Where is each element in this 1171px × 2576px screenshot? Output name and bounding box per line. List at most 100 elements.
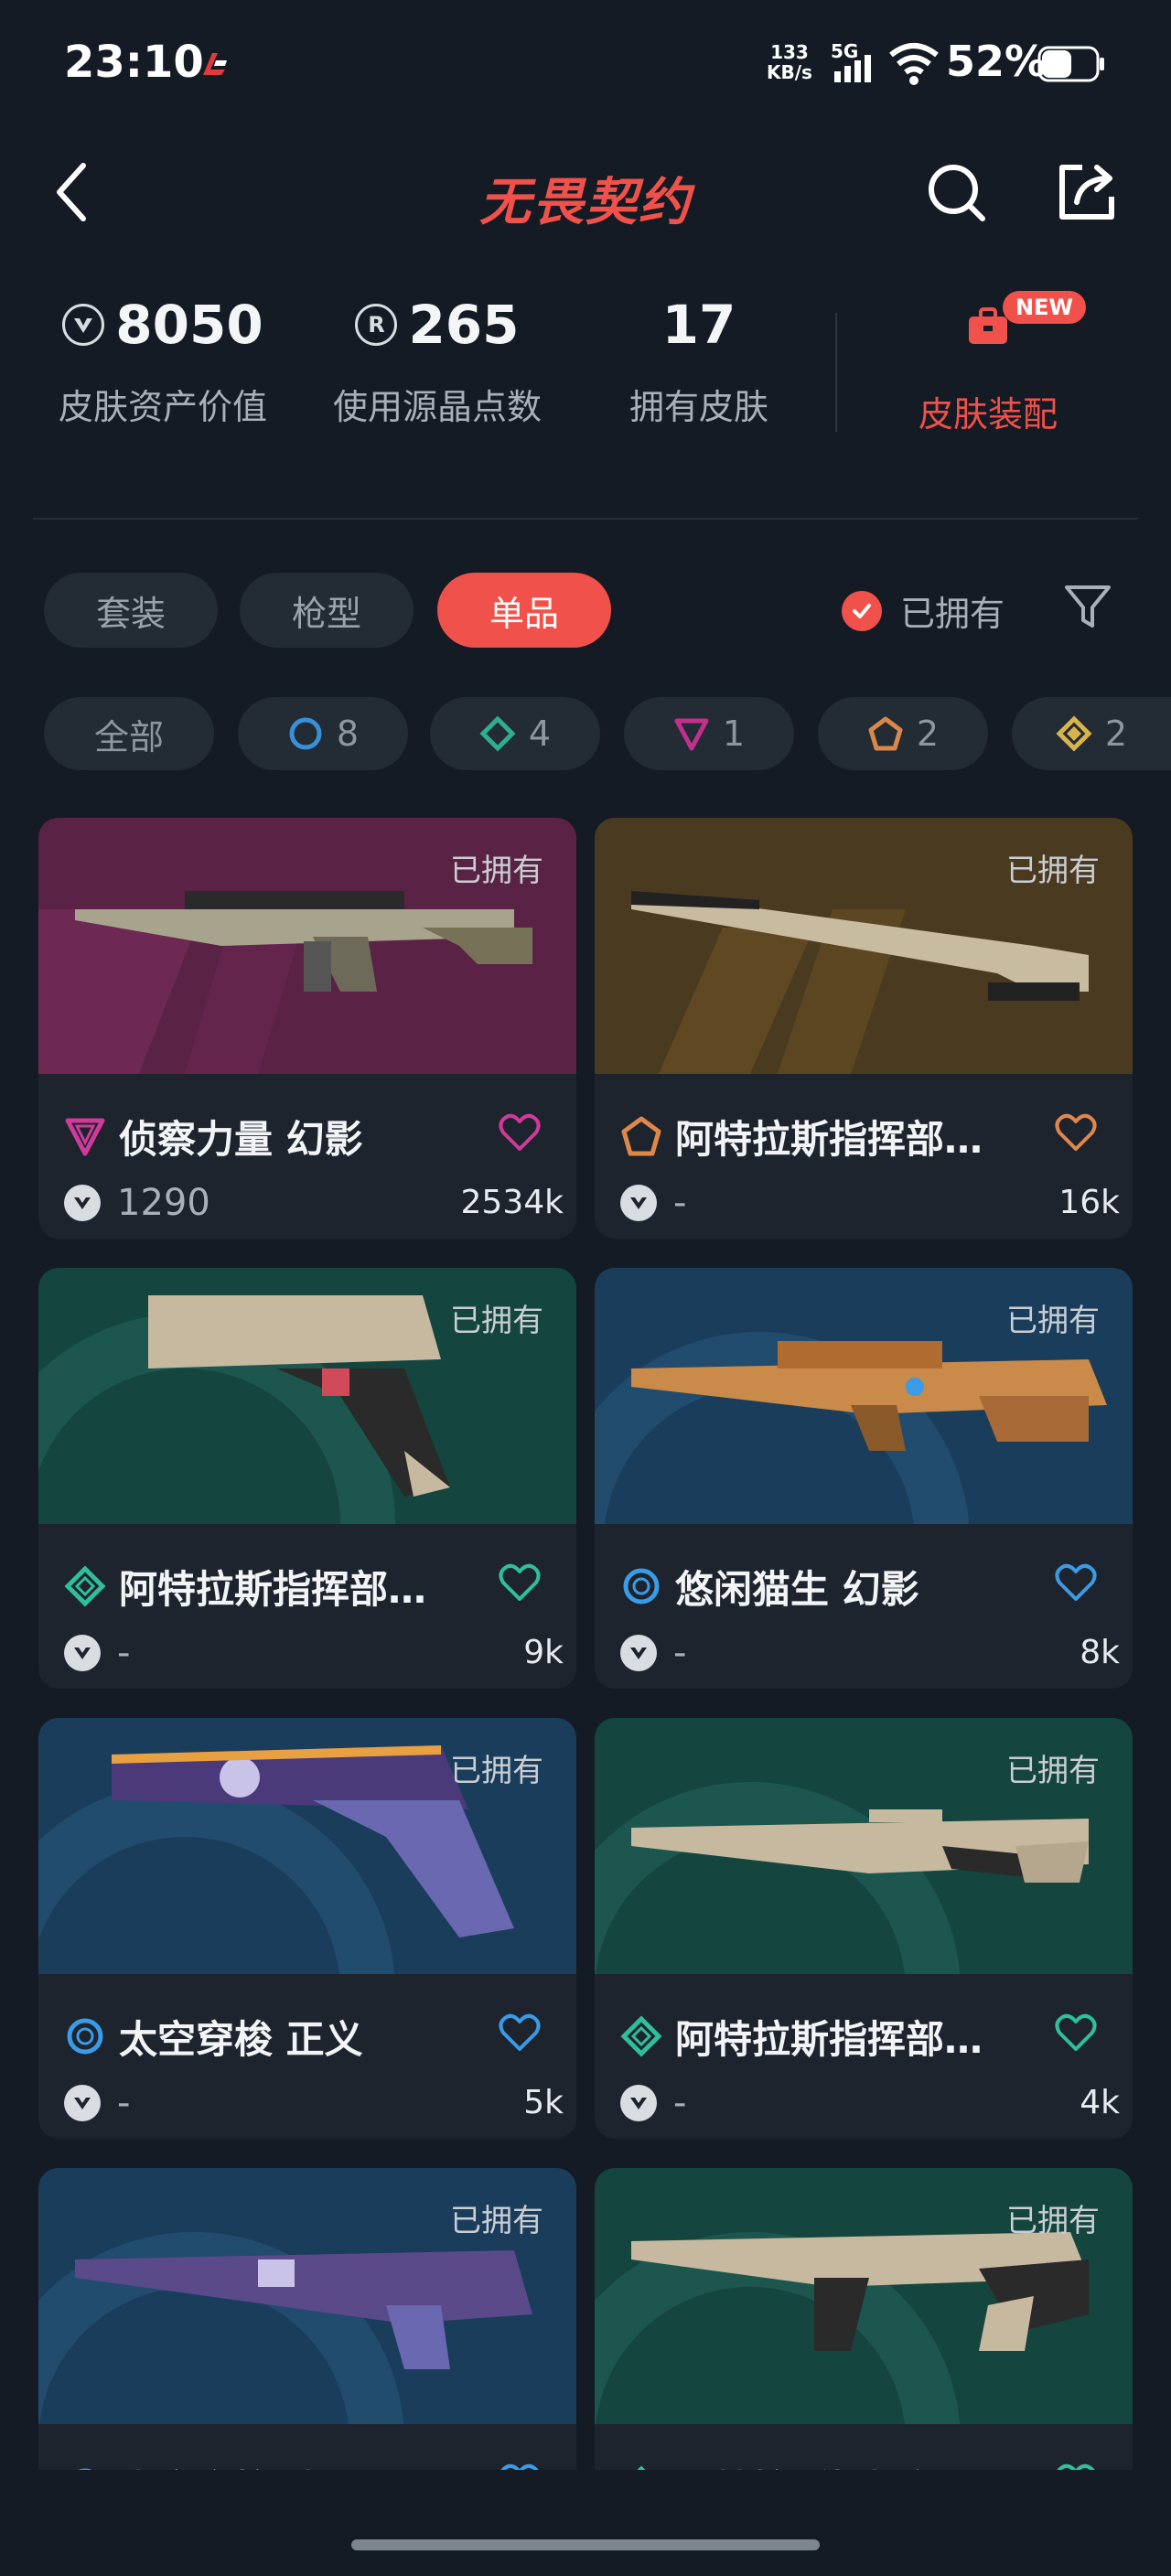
valorant-points-icon [64,1635,101,1671]
rarity-filter-ultra[interactable]: 2 [1012,697,1171,770]
new-badge: NEW [1003,291,1086,324]
skin-name: 太空穿梭 正义 [119,2016,363,2062]
stats-divider [835,313,837,432]
heart-icon[interactable] [498,1561,542,1605]
owned-tag: 已拥有 [450,1753,543,1789]
rarity-filter-count: 2 [916,714,940,754]
share-icon [1059,165,1114,220]
skin-name: 阿特拉斯指挥部… [675,1116,983,1162]
status-bar: 23:10 133 KB/s 5G 52% [0,0,1171,128]
battery-icon [1037,46,1104,82]
tab-bundles[interactable]: 套装 [44,573,218,648]
tab-weapon-type[interactable]: 枪型 [240,573,414,648]
owned-skins-count: 17 [661,294,736,356]
search-button[interactable] [919,156,993,229]
skin-price: - [673,2082,687,2124]
rarity-filter-select[interactable]: 8 [238,697,408,770]
owned-tag: 已拥有 [1006,2203,1100,2239]
like-count: 2534k [460,1184,564,1221]
owned-filter-toggle[interactable]: 已拥有 [842,585,1004,636]
skin-name: 悠闲猫生 幻影 [675,1566,919,1612]
share-button[interactable] [1050,156,1123,229]
skin-name: 侦察力量 幻影 [119,1116,363,1162]
status-time: 23:10 [64,37,204,88]
valorant-points-icon [64,1185,101,1221]
valorant-points-icon [64,2085,101,2121]
skin-card[interactable]: 已拥有 阿特拉斯指挥部… - 16k [595,818,1133,1239]
valorant-points-icon [620,1185,657,1221]
deluxe-tier-icon [64,1565,106,1607]
exclusive-tier-icon [621,1116,661,1156]
home-indicator[interactable] [351,2539,820,2550]
like-count: 9k [523,1634,564,1671]
like-count: 4k [1080,2084,1120,2121]
filter-icon[interactable] [1061,580,1114,633]
skin-name: 阿特拉斯指挥部… [675,2016,983,2062]
rarity-filter-count: 2 [1104,714,1128,754]
radianite-points-icon: R [355,304,398,346]
radianite-label: 使用源晶点数 [332,387,542,427]
deluxe-tier-icon [479,715,516,752]
skin-name: 阿特拉斯指挥部… [119,1566,427,1612]
rarity-filter-exclusive[interactable]: 2 [818,697,988,770]
network-speed-value: 133 [770,41,809,63]
owned-tag: 已拥有 [450,2203,543,2239]
like-count: 8k [1080,1634,1120,1671]
premium-tier-icon [65,1118,105,1156]
skin-card[interactable]: 已拥有 悠闲猫生 幻影 - 8k [595,1268,1133,1689]
owned-tag: 已拥有 [1006,1303,1100,1339]
skin-price: - [117,1632,131,1674]
skin-price: - [673,1632,687,1674]
asset-value: 8050 [115,294,263,356]
heart-icon[interactable] [498,2011,542,2055]
skin-card[interactable]: 已拥有 阿特拉斯指挥部… - 9k [38,1268,576,1689]
app-header: 无畏契约 [0,137,1171,247]
page-title: 无畏契约 [479,173,692,232]
valorant-points-icon [62,304,105,346]
skin-card[interactable]: 已拥有 侦察力量 幻影 1290 2534k [38,818,576,1239]
skin-price: - [117,2082,131,2124]
tab-single-items[interactable]: 单品 [437,573,611,648]
search-icon [929,165,985,221]
radianite-points: 265 [408,294,520,356]
valorant-points-icon [620,1635,657,1671]
heart-icon[interactable] [1054,2011,1098,2055]
select-tier-icon [289,717,322,750]
like-count: 16k [1058,1184,1120,1221]
heart-icon[interactable] [498,1111,542,1154]
radianite-stat[interactable]: R 265 使用源晶点数 [311,293,564,429]
exclusive-tier-icon [868,716,903,751]
owned-skins-label: 拥有皮肤 [628,387,768,427]
premium-tier-icon [674,718,709,751]
wifi-icon [889,43,939,85]
section-divider [33,518,1138,520]
network-speed-unit: KB/s [767,61,812,83]
rarity-filter-count: 4 [528,714,552,754]
battery-percent: 52% [946,37,1047,86]
like-count: 5k [523,2084,564,2121]
skin-card[interactable]: 已拥有 太空穿梭 正义 - 5k [38,1718,576,2139]
owned-tag: 已拥有 [1006,853,1100,889]
owned-tag: 已拥有 [1006,1753,1100,1789]
rarity-filter-premium[interactable]: 1 [624,697,794,770]
heart-icon[interactable] [1054,1561,1098,1605]
owned-tag: 已拥有 [450,1303,543,1339]
ultra-tier-icon [1056,715,1092,752]
rarity-filter-all[interactable]: 全部 [44,697,214,770]
app-notification-icon [203,53,227,75]
rarity-filter-label: 全部 [93,716,164,757]
owned-skins-stat[interactable]: 17 拥有皮肤 [600,293,798,429]
owned-tag: 已拥有 [450,853,543,889]
checkmark-icon [842,590,882,631]
rarity-filter-deluxe[interactable]: 4 [430,697,600,770]
asset-value-stat[interactable]: 8050 皮肤资产价值 [37,293,289,429]
signal-icon [834,55,871,82]
rarity-filter-count: 8 [336,714,360,754]
valorant-points-icon [620,2085,657,2121]
owned-filter-label: 已拥有 [900,594,1005,634]
skin-outfit-label: 皮肤装配 [918,394,1058,435]
heart-icon[interactable] [1054,1111,1098,1154]
skin-card[interactable]: 已拥有 阿特拉斯指挥部… - 4k [595,1718,1133,2139]
network-speed: 133 KB/s [767,42,812,82]
skin-price: - [673,1182,687,1224]
